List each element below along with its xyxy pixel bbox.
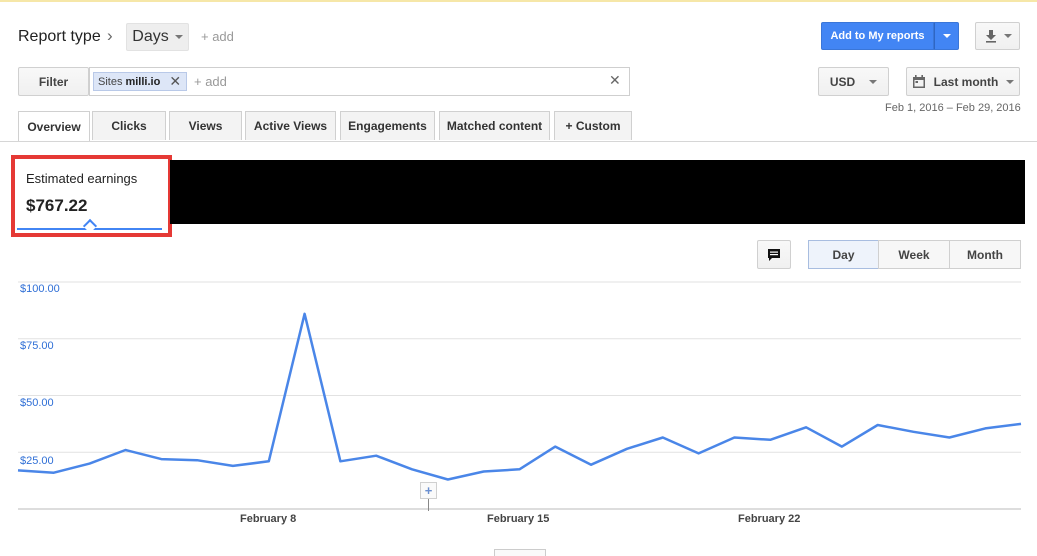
data-point[interactable] [302,311,308,317]
x-tick-label: February 15 [487,513,550,525]
data-point[interactable] [194,457,200,463]
data-point[interactable] [588,462,594,468]
annotation-marker-stem [428,499,429,511]
data-point[interactable] [337,458,343,464]
data-point[interactable] [839,444,845,450]
x-tick-label: February 8 [240,513,297,525]
data-point[interactable] [767,437,773,443]
data-point[interactable] [230,463,236,469]
data-point[interactable] [696,450,702,456]
data-point[interactable] [731,434,737,440]
data-point[interactable] [982,425,988,431]
add-annotation-marker[interactable]: + [420,482,437,499]
scroll-handle[interactable] [494,549,546,556]
data-point[interactable] [911,429,917,435]
data-point[interactable] [481,469,487,475]
data-point[interactable] [1018,421,1024,427]
data-point[interactable] [875,422,881,428]
earnings-line-chart [15,281,1024,510]
data-point[interactable] [624,446,630,452]
data-point[interactable] [445,476,451,482]
data-point[interactable] [373,453,379,459]
data-point[interactable] [15,467,21,473]
data-point[interactable] [517,466,523,472]
data-point[interactable] [552,444,558,450]
data-point[interactable] [122,447,128,453]
y-tick-label: $100.00 [20,283,60,295]
x-tick-label: February 22 [738,513,801,525]
data-point[interactable] [51,470,57,476]
y-tick-label: $25.00 [20,455,54,467]
data-point[interactable] [266,458,272,464]
data-point[interactable] [409,466,415,472]
data-point[interactable] [660,434,666,440]
y-tick-label: $75.00 [20,340,54,352]
data-point[interactable] [158,456,164,462]
data-point[interactable] [87,461,93,467]
data-point[interactable] [803,424,809,430]
data-point[interactable] [946,434,952,440]
y-tick-label: $50.00 [20,397,54,409]
